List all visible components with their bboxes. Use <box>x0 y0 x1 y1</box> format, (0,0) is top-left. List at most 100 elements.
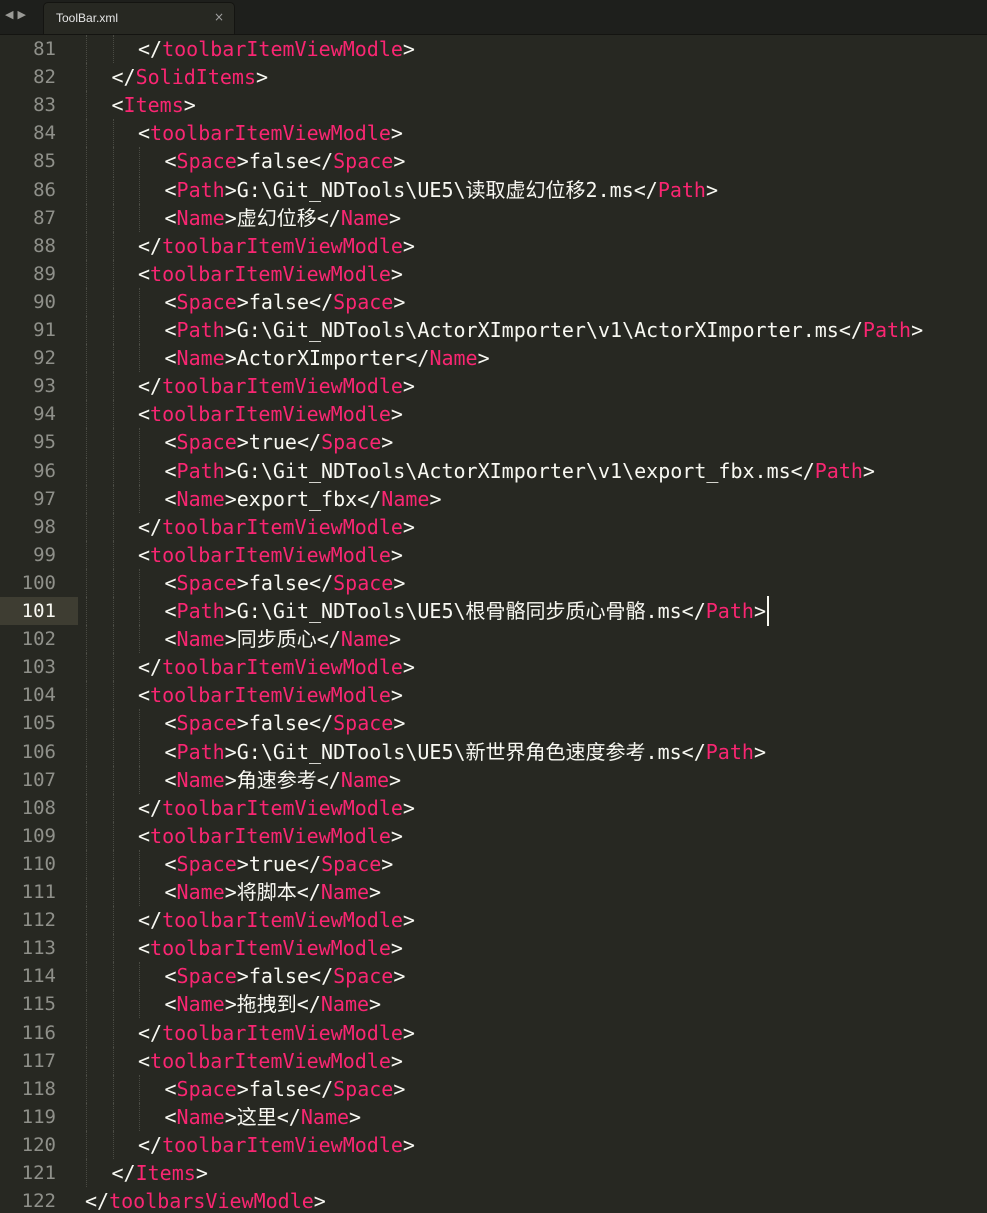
xml-text: false <box>248 1076 310 1101</box>
nav-back-icon[interactable]: ◀ <box>5 8 13 26</box>
indent-guide <box>86 1018 87 1047</box>
code-line[interactable]: <Name>这里</Name> <box>165 1103 362 1131</box>
code-line[interactable]: <Space>true</Space> <box>165 850 394 878</box>
code-line[interactable]: </toolbarItemViewModle> <box>138 906 415 934</box>
xml-text: 虚幻位移 <box>236 205 317 230</box>
code-line[interactable]: </toolbarItemViewModle> <box>138 794 415 822</box>
code-line[interactable]: <toolbarItemViewModle> <box>138 119 403 147</box>
xml-tag-name: Path <box>176 177 225 202</box>
xml-tag-name: Name <box>176 627 225 652</box>
code-line[interactable]: </toolbarItemViewModle> <box>138 372 415 400</box>
line-number: 122 <box>21 1190 56 1213</box>
xml-punctuation: < <box>164 346 177 371</box>
line-number: 117 <box>21 1049 56 1072</box>
indent-guide <box>112 597 114 626</box>
indent-guide <box>86 259 87 288</box>
xml-tag-name: Path <box>657 177 706 202</box>
line-number: 120 <box>21 1133 56 1156</box>
line-number: 88 <box>33 234 56 257</box>
xml-punctuation: > <box>402 908 415 933</box>
xml-punctuation: < <box>138 402 151 427</box>
code-area[interactable]: </toolbarItemViewModle> </SolidItems> <Ite… <box>85 35 987 1213</box>
code-line[interactable]: <Space>false</Space> <box>165 147 406 175</box>
code-line[interactable]: </toolbarsViewModle> <box>85 1187 326 1213</box>
indent-guide <box>139 175 140 204</box>
indent-guide <box>112 428 114 457</box>
code-line[interactable]: <Path>G:\Git_NDTools\UE5\新世界角色速度参考.ms</P… <box>165 738 766 766</box>
xml-punctuation: > <box>236 149 249 174</box>
line-number: 83 <box>33 94 56 117</box>
indent-guide <box>86 653 87 682</box>
xml-tag-name: Path <box>176 318 225 342</box>
code-line[interactable]: <Space>false</Space> <box>165 709 406 737</box>
code-line[interactable]: <toolbarItemViewModle> <box>138 1047 403 1075</box>
xml-punctuation: > <box>236 570 249 595</box>
code-line[interactable]: <toolbarItemViewModle> <box>138 822 403 850</box>
xml-punctuation: > <box>390 121 403 146</box>
xml-punctuation: </ <box>309 289 334 314</box>
code-line[interactable]: <toolbarItemViewModle> <box>138 541 403 569</box>
code-line[interactable]: <Space>false</Space> <box>165 962 406 990</box>
tab-toolbar-xml[interactable]: ToolBar.xml × <box>44 3 234 34</box>
line-number: 104 <box>21 684 56 707</box>
code-line[interactable]: <Path>G:\Git_NDTools\ActorXImporter\v1\e… <box>165 457 875 485</box>
code-line[interactable]: <Space>false</Space> <box>165 569 406 597</box>
indent-guide <box>86 597 87 626</box>
code-line[interactable]: <Path>G:\Git_NDTools\UE5\读取虚幻位移2.ms</Pat… <box>165 176 719 204</box>
xml-punctuation: < <box>164 627 177 652</box>
line-number: 89 <box>33 262 56 285</box>
code-line[interactable]: <toolbarItemViewModle> <box>138 934 403 962</box>
code-line[interactable]: <Name>角速参考</Name> <box>165 766 402 794</box>
code-line[interactable]: </toolbarItemViewModle> <box>138 35 415 63</box>
code-line[interactable]: <Space>false</Space> <box>165 1075 406 1103</box>
code-line[interactable]: <Name>同步质心</Name> <box>165 625 402 653</box>
code-line[interactable]: <Name>export_fbx</Name> <box>165 485 442 513</box>
code-line[interactable]: <Space>true</Space> <box>165 428 394 456</box>
indent-guide <box>86 231 87 260</box>
code-line[interactable]: <toolbarItemViewModle> <box>138 260 403 288</box>
indent-guide <box>139 344 140 373</box>
xml-punctuation: </ <box>296 430 322 455</box>
code-line[interactable]: <Name>将脚本</Name> <box>165 878 382 906</box>
xml-punctuation: < <box>164 289 177 314</box>
xml-punctuation: </ <box>276 1104 301 1129</box>
close-icon[interactable]: × <box>214 10 224 24</box>
xml-punctuation: > <box>224 599 237 623</box>
code-line[interactable]: <Name>虚幻位移</Name> <box>165 204 402 232</box>
code-line[interactable]: <Items> <box>112 91 196 119</box>
code-line[interactable]: <toolbarItemViewModle> <box>138 400 403 428</box>
xml-punctuation: > <box>390 823 403 848</box>
code-editor[interactable]: 81 82 83 84 85 86 87 88 89 90 91 92 93 94 95 96 97 98 99 10… <box>0 35 987 1213</box>
line-number: 98 <box>33 515 56 538</box>
xml-punctuation: </ <box>316 205 341 230</box>
code-line[interactable]: </Items> <box>112 1159 208 1187</box>
code-line[interactable]: <Path>G:\Git_NDTools\UE5\根骨骼同步质心骨骼.ms</P… <box>165 597 766 625</box>
indent-guide <box>112 653 114 682</box>
code-line[interactable]: <Space>false</Space> <box>165 288 406 316</box>
xml-tag-name: Name <box>300 1104 350 1129</box>
nav-forward-icon[interactable]: ▶ <box>17 8 25 26</box>
xml-text: export_fbx <box>236 486 358 511</box>
xml-tag-name: Name <box>320 992 370 1017</box>
code-line[interactable]: </toolbarItemViewModle> <box>138 1131 415 1159</box>
xml-punctuation: </ <box>138 795 163 820</box>
code-line[interactable]: </toolbarItemViewModle> <box>138 513 415 541</box>
code-line[interactable]: <Path>G:\Git_NDTools\ActorXImporter\v1\A… <box>165 316 924 344</box>
code-line[interactable]: </toolbarItemViewModle> <box>138 1019 415 1047</box>
xml-punctuation: </ <box>85 1189 110 1213</box>
code-line[interactable]: </toolbarItemViewModle> <box>138 653 415 681</box>
xml-tag-name: toolbarItemViewModle <box>150 261 391 286</box>
indent-guide <box>86 709 87 738</box>
code-line[interactable]: </toolbarItemViewModle> <box>138 232 415 260</box>
line-number: 116 <box>21 1021 56 1044</box>
indent-guide <box>86 681 87 710</box>
code-line[interactable]: <toolbarItemViewModle> <box>138 681 403 709</box>
xml-tag-name: Space <box>321 430 382 455</box>
indent-guide <box>86 203 87 232</box>
code-line[interactable]: </SolidItems> <box>112 63 269 91</box>
xml-punctuation: > <box>393 1076 406 1101</box>
code-line[interactable]: <Name>ActorXImporter</Name> <box>165 344 490 372</box>
xml-punctuation: </ <box>296 992 321 1017</box>
indent-guide <box>139 1102 140 1131</box>
code-line[interactable]: <Name>拖拽到</Name> <box>165 990 382 1018</box>
